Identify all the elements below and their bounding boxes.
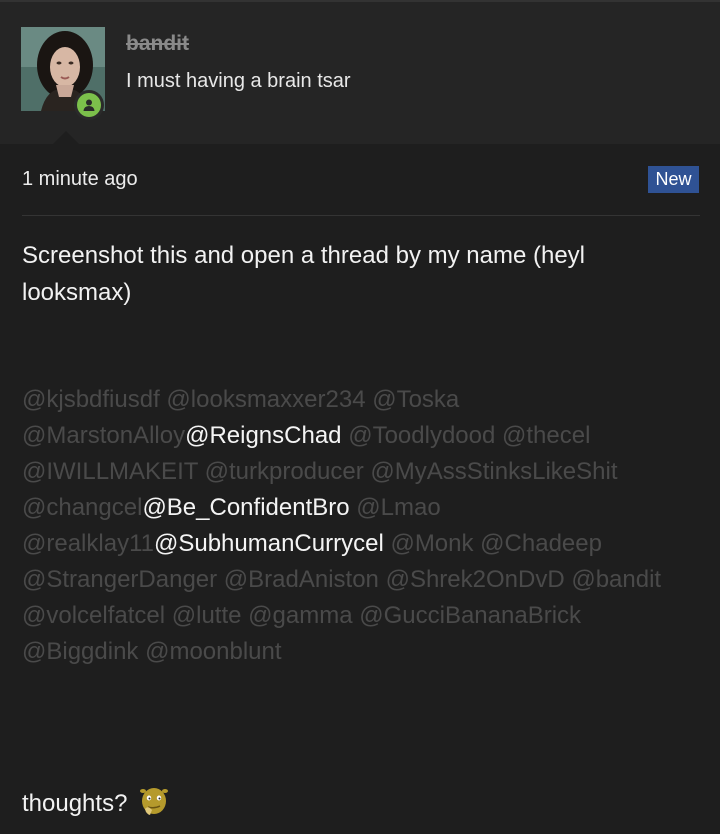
user-mention-link[interactable]: @looksmaxxer234 [166,386,372,413]
closing-text: thoughts? [22,789,128,817]
user-mention-link[interactable]: @MarstonAlloy [22,422,185,449]
user-mention-link[interactable]: @StrangerDanger [22,566,224,593]
post-timestamp[interactable]: 1 minute ago [22,168,138,191]
header-arrow [51,131,81,146]
user-mention-link[interactable]: @bandit [571,566,661,593]
username[interactable]: bandit [126,32,189,56]
user-mention-link[interactable]: @Be_ConfidentBro [142,494,356,521]
user-mention-link[interactable]: @BradAniston [224,566,386,593]
shrek-thinking-icon [137,783,171,824]
user-title: I must having a brain tsar [126,70,351,92]
user-mention-link[interactable]: @gamma [248,602,359,629]
user-mention-link[interactable]: @ReignsChad [185,422,348,449]
user-mention-link[interactable]: @MyAssStinksLikeShit [370,458,617,485]
user-mention-link[interactable]: @kjsbdfiusdf [22,386,166,413]
post-header: bandit I must having a brain tsar [0,0,720,146]
user-mention-link[interactable]: @moonblunt [145,638,281,665]
online-status-icon [74,90,104,120]
post-closing: thoughts? [22,783,171,824]
user-mention-link[interactable]: @Biggdink [22,638,145,665]
user-mention-link[interactable]: @IWILLMAKEIT [22,458,205,485]
user-mention-link[interactable]: @Shrek2OnDvD [386,566,572,593]
user-mention-link[interactable]: @turkproducer [205,458,371,485]
user-mention-link[interactable]: @lutte [172,602,248,629]
user-mention-link[interactable]: @thecel [502,422,590,449]
mention-list: @kjsbdfiusdf @looksmaxxer234 @Toska @Mar… [22,382,702,670]
user-mention-link[interactable]: @realklay11 [22,530,154,557]
user-mention-link[interactable]: @Toodlydood [348,422,502,449]
new-badge: New [648,166,699,193]
post-body: Screenshot this and open a thread by my … [22,242,585,306]
user-mention-link[interactable]: @Toska [372,386,459,413]
divider [22,215,700,216]
user-mention-link[interactable]: @Chadeep [480,530,602,557]
user-mention-link[interactable]: @Lmao [356,494,440,521]
user-mention-link[interactable]: @changcel [22,494,142,521]
user-mention-link[interactable]: @GucciBananaBrick [359,602,581,629]
user-mention-link[interactable]: @SubhumanCurrycel [154,530,390,557]
user-mention-link[interactable]: @volcelfatcel [22,602,172,629]
user-mention-link[interactable]: @Monk [390,530,480,557]
